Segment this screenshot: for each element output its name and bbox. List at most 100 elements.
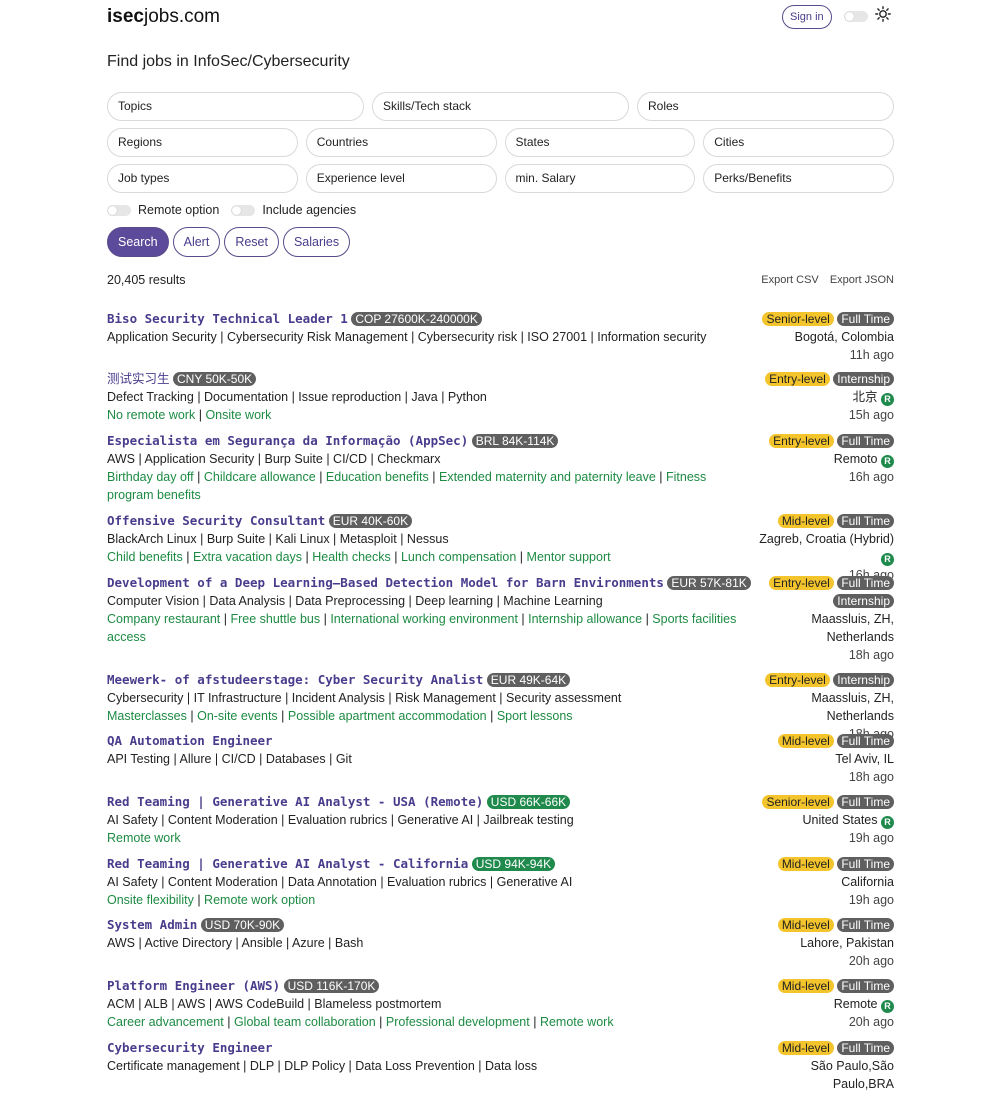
benefit-link[interactable]: Onsite work (205, 408, 271, 422)
job-title-link[interactable]: Cybersecurity Engineer (107, 1040, 273, 1055)
min-salary-filter[interactable]: min. Salary (504, 164, 696, 193)
benefit-separator: | (223, 1015, 234, 1029)
job-title-link[interactable]: Platform Engineer (AWS) (107, 978, 280, 993)
benefit-link[interactable]: Childcare allowance (204, 470, 316, 484)
job-title-link[interactable]: Development of a Deep Learning–Based Det… (107, 575, 664, 590)
countries-filter[interactable]: Countries (305, 128, 497, 157)
sign-in-button[interactable]: Sign in (782, 5, 832, 29)
benefit-separator: | (193, 470, 204, 484)
site-logo[interactable]: isecjobs.com (107, 6, 220, 28)
benefit-link[interactable]: Internship allowance (528, 612, 642, 626)
benefit-link[interactable]: International working environment (330, 612, 518, 626)
salaries-button[interactable]: Salaries (282, 227, 351, 257)
job-badges: Mid-level Full Time (754, 512, 894, 530)
benefit-link[interactable]: Education benefits (326, 470, 429, 484)
job-meta: Senior-level Full Time United States R 19h… (754, 793, 894, 847)
job-type-badge: Full Time (837, 857, 894, 871)
job-badges: Mid-level Full Time (754, 1039, 894, 1057)
location-text: United States (802, 813, 878, 827)
sun-icon[interactable] (875, 6, 891, 22)
salary-badge: CNY 50K-50K (173, 372, 257, 386)
remote-toggle[interactable] (107, 204, 131, 216)
job-location: São Paulo,São Paulo,BRA (754, 1057, 894, 1093)
theme-toggle[interactable] (844, 11, 868, 22)
benefit-separator: | (516, 550, 527, 564)
remote-option-switch[interactable]: Remote option (107, 203, 219, 217)
posted-time: 16h ago (848, 470, 894, 484)
action-buttons: Search Alert Reset Salaries (107, 227, 351, 257)
job-title-link[interactable]: Red Teaming | Generative AI Analyst - US… (107, 794, 483, 809)
benefit-link[interactable]: Professional development (386, 1015, 530, 1029)
job-badges: Entry-level Full Time Internship (754, 574, 894, 610)
benefit-link[interactable]: Lunch compensation (401, 550, 516, 564)
benefit-link[interactable]: Extended maternity and paternity leave (439, 470, 656, 484)
search-button[interactable]: Search (107, 227, 169, 257)
job-types-filter[interactable]: Job types (107, 164, 298, 193)
benefits-list: Masterclasses | On-site events | Possibl… (107, 707, 754, 725)
job-title-link[interactable]: Meewerk- of afstudeerstage: Cyber Securi… (107, 672, 483, 687)
benefit-link[interactable]: Free shuttle bus (230, 612, 320, 626)
benefit-separator: | (195, 408, 206, 422)
benefit-link[interactable]: Company restaurant (107, 612, 220, 626)
experience-level-badge: Entry-level (769, 434, 834, 448)
experience-level-badge: Senior-level (762, 795, 834, 809)
experience-level-filter[interactable]: Experience level (305, 164, 497, 193)
job-location: Remote R (754, 995, 894, 1013)
benefit-separator: | (220, 612, 231, 626)
job-title-line: QA Automation Engineer (107, 732, 754, 750)
job-title-link[interactable]: 测试实习生 (107, 372, 170, 386)
agencies-toggle[interactable] (231, 204, 256, 216)
location-text: Zagreb, Croatia (Hybrid) (759, 532, 894, 546)
experience-level-badge: Entry-level (765, 673, 830, 687)
benefits-list: Remote work (107, 829, 754, 847)
topics-filter[interactable]: Topics (107, 92, 364, 121)
benefit-link[interactable]: Extra vacation days (193, 550, 302, 564)
job-title-link[interactable]: Especialista em Segurança da Informação … (107, 433, 468, 448)
job-title-link[interactable]: Biso Security Technical Leader 1 (107, 311, 348, 326)
benefit-link[interactable]: Onsite flexibility (107, 893, 194, 907)
job-type-badge: Full Time (837, 1041, 894, 1055)
job-location: Lahore, Pakistan (754, 934, 894, 952)
experience-level-badge: Mid-level (777, 979, 834, 993)
benefit-link[interactable]: Remote work (107, 831, 181, 845)
benefit-link[interactable]: On-site events (197, 709, 278, 723)
benefit-link[interactable]: Mentor support (527, 550, 611, 564)
perks-filter[interactable]: Perks/Benefits (703, 164, 894, 193)
states-filter[interactable]: States (504, 128, 696, 157)
benefit-separator: | (315, 470, 326, 484)
benefit-link[interactable]: Global team collaboration (234, 1015, 376, 1029)
job-badges: Senior-level Full Time (754, 793, 894, 811)
roles-filter[interactable]: Roles (637, 92, 894, 121)
job-info: System Admin USD 70K-90K AWS | Active Dir… (107, 916, 754, 952)
export-json-link[interactable]: Export JSON (830, 274, 894, 286)
alert-button[interactable]: Alert (172, 227, 221, 257)
job-title-link[interactable]: QA Automation Engineer (107, 733, 273, 748)
job-info: Cybersecurity Engineer Certificate manage… (107, 1039, 754, 1075)
benefit-link[interactable]: Remote work option (204, 893, 315, 907)
salary-badge: COP 27600K-240000K (351, 312, 482, 326)
job-type-badge: Full Time (837, 514, 894, 528)
benefit-link[interactable]: Career advancement (107, 1015, 224, 1029)
cities-filter[interactable]: Cities (703, 128, 894, 157)
benefit-link[interactable]: Child benefits (107, 550, 183, 564)
benefit-link[interactable]: Sport lessons (497, 709, 573, 723)
remote-option-label: Remote option (138, 203, 220, 217)
job-title-link[interactable]: System Admin (107, 917, 197, 932)
skills-filter[interactable]: Skills/Tech stack (372, 92, 629, 121)
job-title-link[interactable]: Offensive Security Consultant (107, 513, 325, 528)
include-agencies-switch[interactable]: Include agencies (231, 203, 356, 217)
benefits-list: Onsite flexibility | Remote work option (107, 891, 754, 909)
job-type-badge: Full Time (837, 434, 894, 448)
reset-button[interactable]: Reset (224, 227, 279, 257)
benefit-link[interactable]: Health checks (312, 550, 391, 564)
benefit-link[interactable]: Masterclasses (107, 709, 187, 723)
regions-filter[interactable]: Regions (107, 128, 298, 157)
job-title-line: System Admin USD 70K-90K (107, 916, 754, 934)
benefit-link[interactable]: Birthday day off (107, 470, 194, 484)
benefit-separator: | (642, 612, 653, 626)
job-title-link[interactable]: Red Teaming | Generative AI Analyst - Ca… (107, 856, 468, 871)
benefit-link[interactable]: Possible apartment accommodation (288, 709, 487, 723)
benefit-link[interactable]: Remote work (540, 1015, 614, 1029)
benefit-link[interactable]: No remote work (107, 408, 195, 422)
export-csv-link[interactable]: Export CSV (761, 274, 818, 286)
